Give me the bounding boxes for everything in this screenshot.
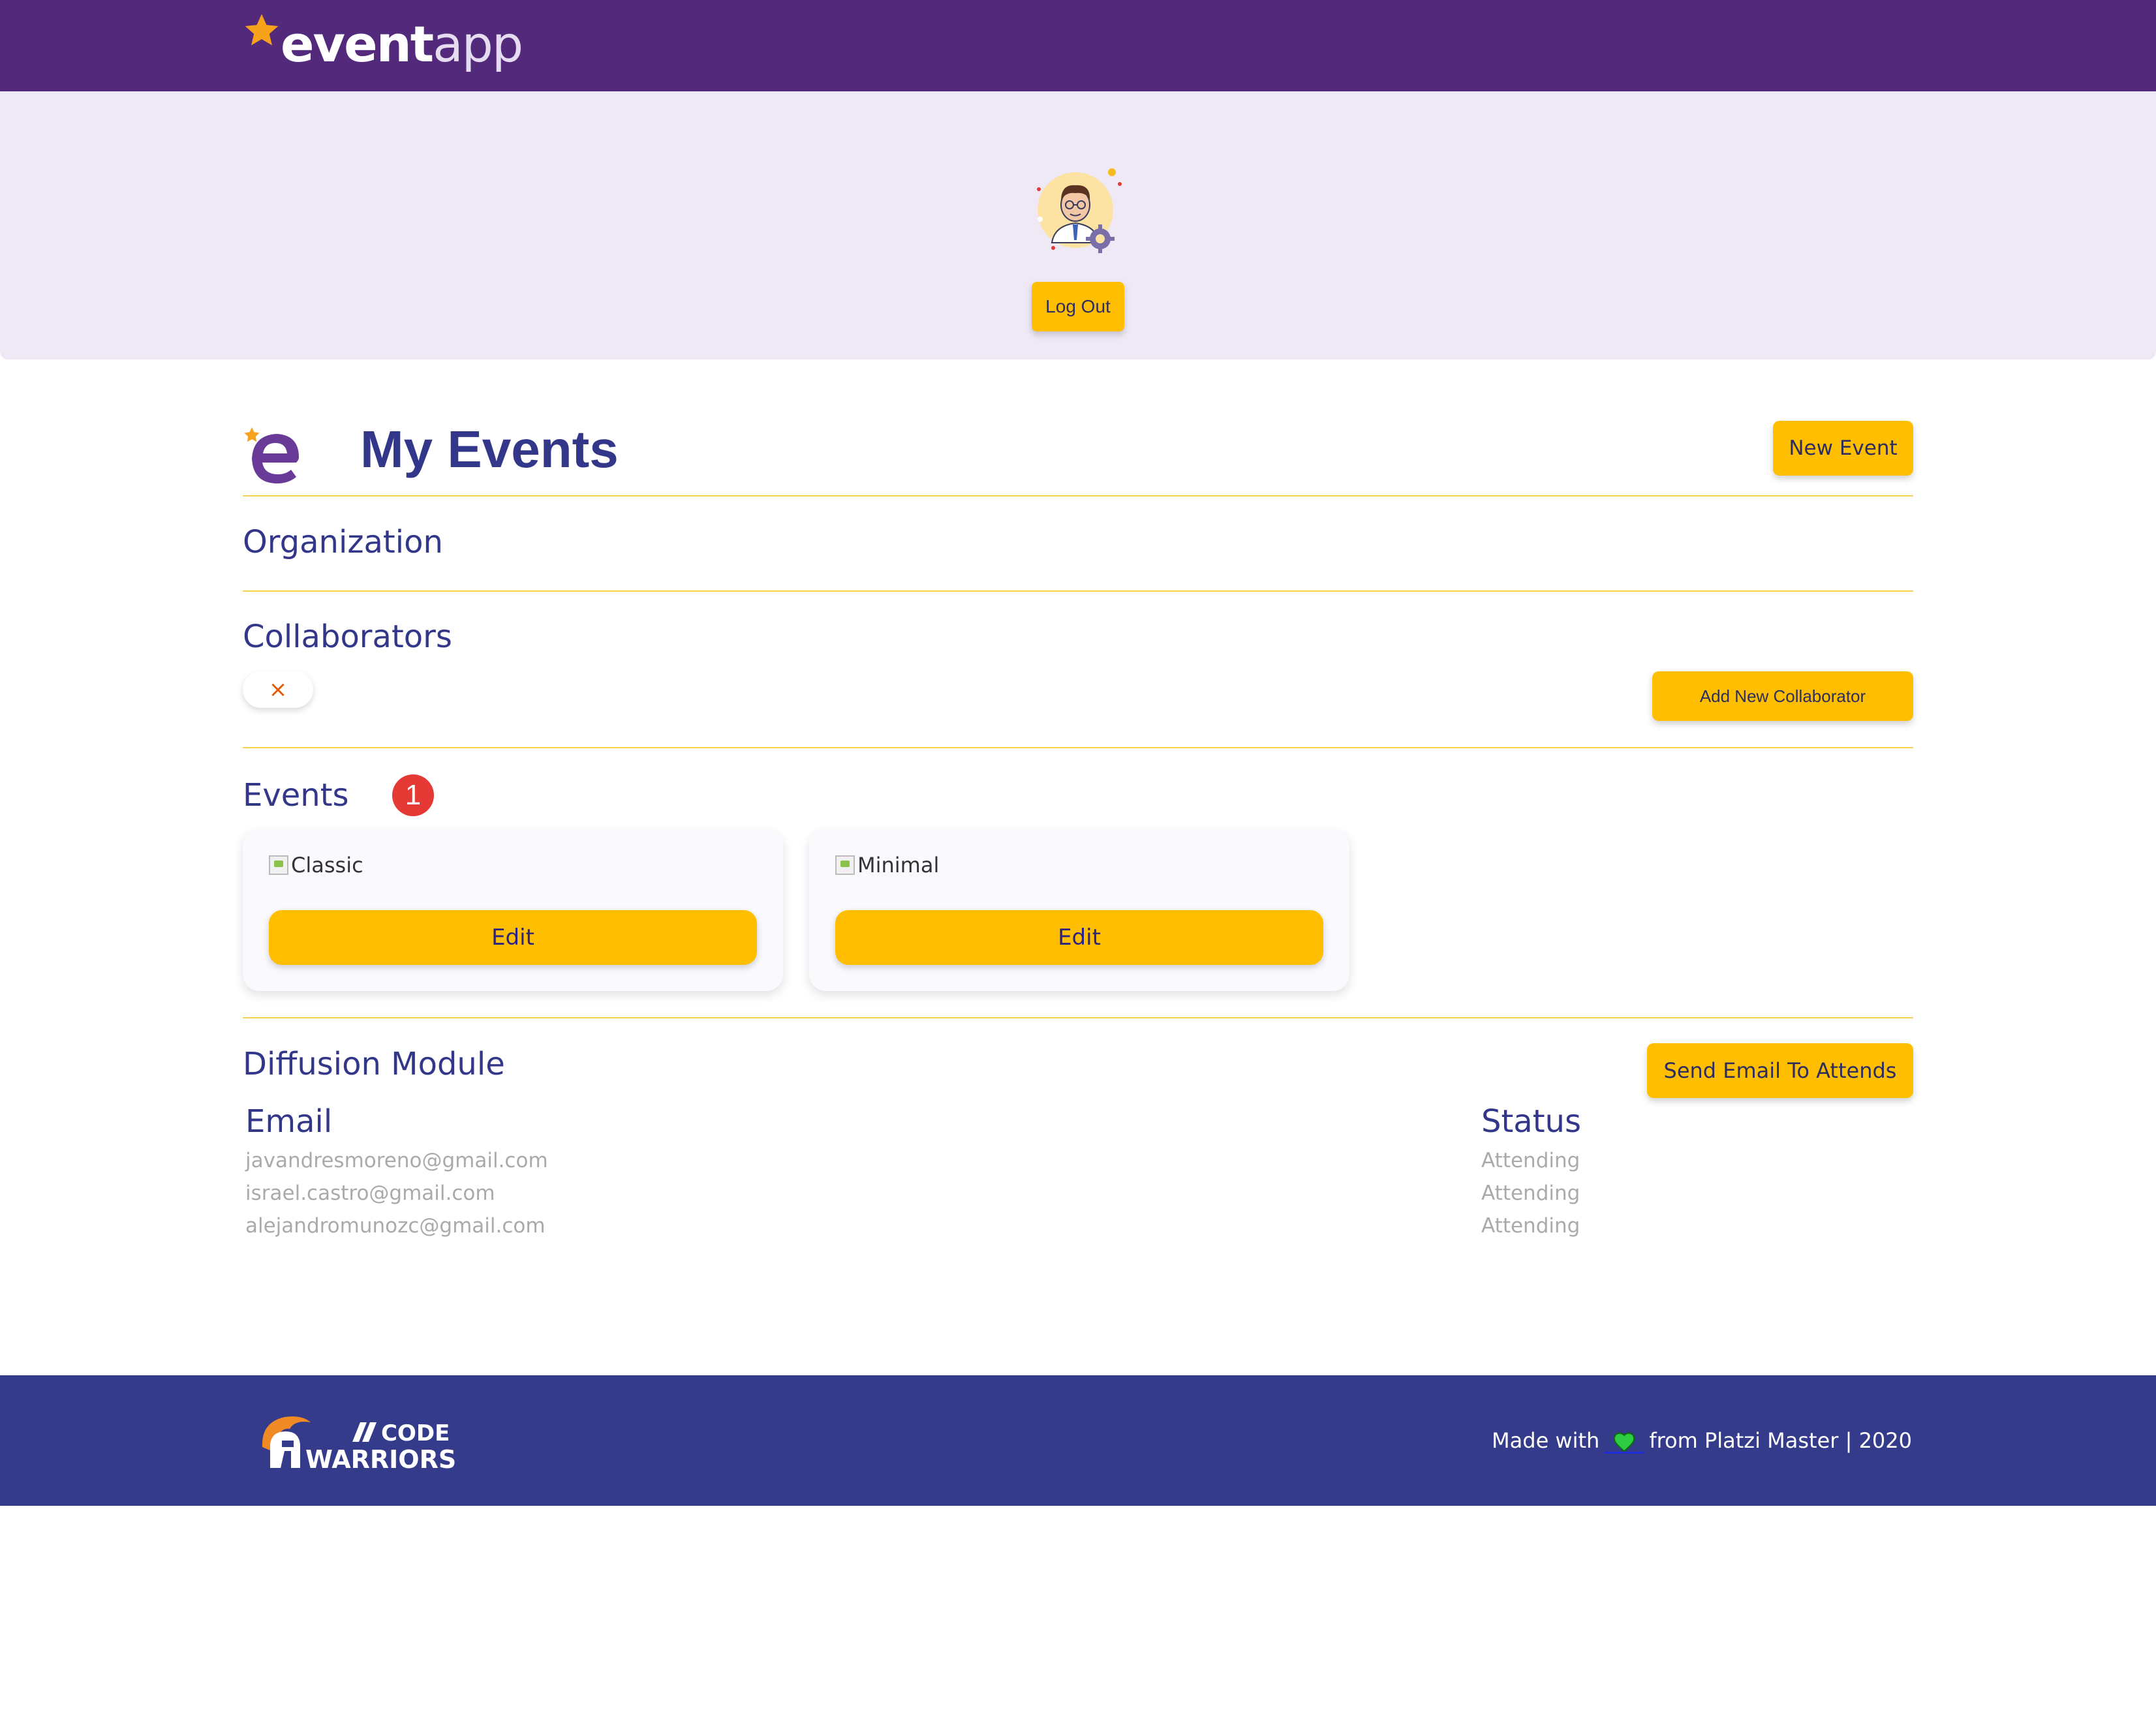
email-column-header: Email	[245, 1103, 333, 1140]
send-email-button[interactable]: Send Email To Attends	[1647, 1043, 1913, 1098]
footer-credit: Made with from Platzi Master | 2020	[1492, 1427, 1912, 1454]
remove-collaborator-icon[interactable]: ×	[269, 677, 288, 703]
divider	[243, 590, 1913, 592]
footer: CODE WARRIORS Made with from Platzi Mast…	[0, 1375, 2156, 1506]
attendee-email: alejandromunozc@gmail.com	[245, 1214, 546, 1238]
eventapp-logo[interactable]: eventapp	[243, 12, 523, 77]
event-image-alt-text: Classic	[291, 853, 363, 878]
heart-icon[interactable]	[1605, 1427, 1644, 1454]
logo-code-text: CODE	[381, 1420, 450, 1446]
attendee-status: Attending	[1481, 1149, 1580, 1172]
event-template-image: Minimal	[835, 853, 939, 878]
status-column-header: Status	[1481, 1103, 1581, 1140]
events-count-badge: 1	[392, 774, 434, 816]
logo-wordmark: eventapp	[281, 12, 523, 77]
top-navbar: eventapp	[0, 0, 2156, 91]
event-e-logo-icon	[244, 427, 299, 483]
edit-event-button[interactable]: Edit	[835, 910, 1323, 965]
attendee-status: Attending	[1481, 1182, 1580, 1205]
divider	[243, 747, 1913, 748]
event-template-image: Classic	[269, 853, 363, 878]
attendee-email: javandresmoreno@gmail.com	[245, 1149, 548, 1172]
attendee-status: Attending	[1481, 1214, 1580, 1238]
logo-text-event: event	[281, 15, 434, 73]
logo-text-app: app	[433, 15, 523, 73]
attendee-email: israel.castro@gmail.com	[245, 1182, 495, 1205]
event-card: Classic Edit	[243, 829, 783, 991]
event-card: Minimal Edit	[809, 829, 1349, 991]
logout-button[interactable]: Log Out	[1032, 282, 1124, 331]
profile-panel: Log Out	[0, 91, 2156, 359]
divider	[243, 495, 1913, 496]
star-icon	[245, 14, 279, 46]
logo-warriors-text: WARRIORS	[305, 1445, 456, 1473]
user-avatar-icon[interactable]	[1032, 163, 1124, 254]
add-collaborator-button[interactable]: Add New Collaborator	[1652, 671, 1913, 721]
broken-image-icon	[835, 855, 855, 875]
section-collaborators-title: Collaborators	[243, 618, 452, 655]
divider	[243, 1017, 1913, 1018]
broken-image-icon	[269, 855, 288, 875]
event-image-alt-text: Minimal	[857, 853, 940, 878]
new-event-button[interactable]: New Event	[1773, 421, 1913, 476]
section-organization-title: Organization	[243, 524, 443, 560]
section-diffusion-title: Diffusion Module	[243, 1046, 505, 1082]
footer-made-with: Made with	[1492, 1428, 1600, 1453]
page-title: My Events	[360, 420, 619, 478]
footer-from-platzi: from Platzi Master | 2020	[1649, 1428, 1912, 1453]
section-events-title: Events	[243, 777, 349, 814]
code-warriors-logo: CODE WARRIORS	[262, 1416, 456, 1473]
edit-event-button[interactable]: Edit	[269, 910, 757, 965]
collaborator-chip[interactable]: ×	[243, 671, 313, 708]
